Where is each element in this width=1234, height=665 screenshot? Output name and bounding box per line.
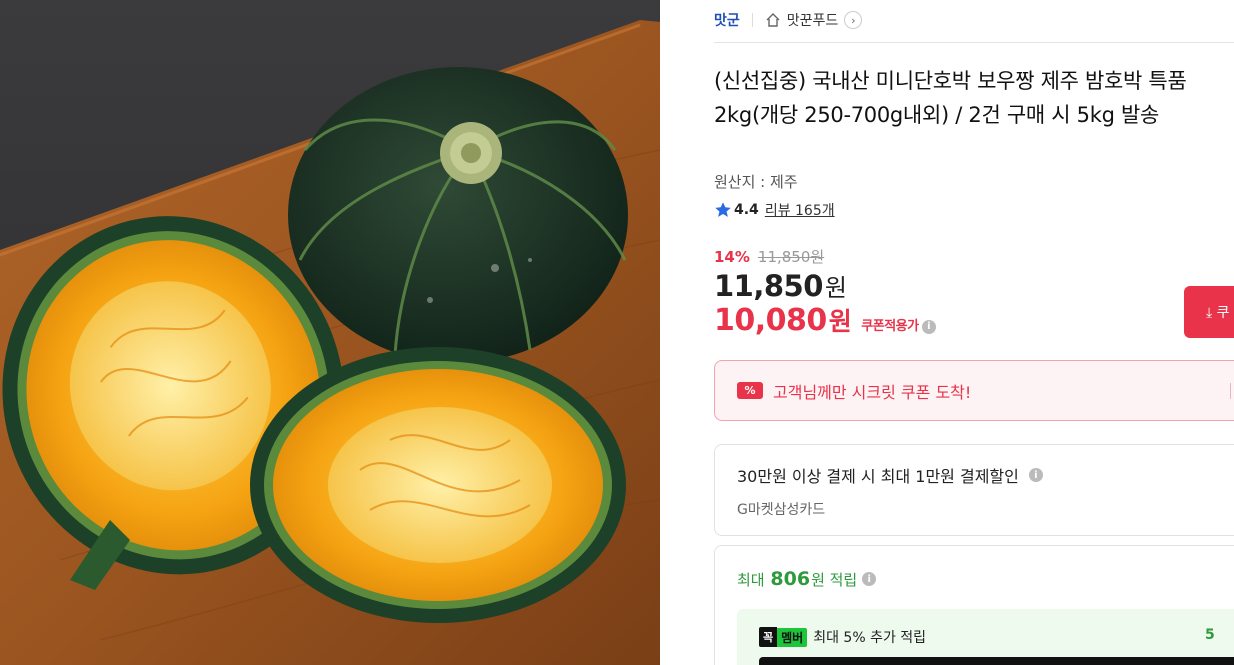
banner-divider — [1230, 383, 1231, 399]
product-title: (신선집중) 국내산 미니단호박 보우짱 제주 밤호박 특품 2kg(개당 25… — [714, 69, 1187, 127]
member-rate: 5 — [1205, 627, 1215, 643]
points-prefix: 최대 — [737, 570, 765, 589]
member-benefit-box: 꼭 멤버 최대 5% 추가 적립 5 — [737, 609, 1234, 665]
card-discount-box: 30만원 이상 결제 시 최대 1만원 결제할인 i G마켓삼성카드 — [714, 444, 1234, 536]
secret-coupon-banner[interactable]: % 고객님께만 시크릿 쿠폰 도착! — [714, 360, 1234, 421]
product-image — [0, 0, 660, 665]
discount-row: 14% 11,850원 — [714, 246, 824, 267]
divider — [751, 13, 753, 27]
member-row: 꼭 멤버 최대 5% 추가 적립 — [759, 627, 926, 647]
header-divider — [714, 42, 1234, 43]
review-count-link[interactable]: 리뷰 165개 — [765, 200, 835, 220]
coupon-download-button[interactable]: ⤓ 쿠 — [1184, 286, 1234, 338]
points-amount: 806 — [770, 568, 811, 590]
coupon-price-number: 10,080 — [714, 303, 827, 338]
shop-link[interactable]: 맛꾼푸드 — [787, 10, 839, 30]
member-badge-b: 멤버 — [777, 627, 808, 647]
card-name: G마켓삼성카드 — [737, 502, 826, 518]
points-box: 최대 806 원 적립 i 꼭 멤버 최대 5% 추가 적립 5 — [714, 545, 1234, 665]
card-discount-title: 30만원 이상 결제 시 최대 1만원 결제할인 — [737, 467, 1019, 486]
home-icon — [766, 13, 780, 27]
info-icon[interactable]: i — [862, 572, 877, 586]
info-icon[interactable]: i — [921, 319, 936, 334]
member-badge-a: 꼭 — [759, 627, 778, 647]
member-badge: 꼭 멤버 — [759, 627, 808, 647]
rating-row: 4.4 리뷰 165개 — [714, 200, 835, 220]
star-icon — [715, 202, 731, 217]
original-price: 11,850원 — [757, 248, 825, 266]
discount-rate: 14% — [714, 247, 750, 266]
rating-score: 4.4 — [734, 202, 759, 218]
info-icon[interactable]: i — [1028, 468, 1043, 482]
coupon-price-unit: 원 — [828, 307, 852, 336]
sale-price: 11,850원 — [714, 268, 847, 303]
sale-price-unit: 원 — [824, 274, 847, 302]
origin-text: 원산지 : 제주 — [714, 173, 798, 191]
seller-link[interactable]: 맛군 — [714, 10, 740, 30]
coupon-price: 10,080 원 쿠폰적용가 i — [714, 302, 936, 338]
product-info-panel: 맛군 맛꾼푸드 › (신선집중) 국내산 미니단호박 보우짱 제주 밤호박 특품… — [714, 0, 1234, 665]
member-text: 최대 5% 추가 적립 — [813, 630, 927, 646]
coupon-price-label: 쿠폰적용가 i — [861, 315, 936, 334]
seller-bar: 맛군 맛꾼푸드 › — [714, 6, 863, 34]
coupon-label-text: 쿠폰적용가 — [861, 319, 919, 334]
sale-price-number: 11,850 — [714, 269, 823, 303]
member-join-button[interactable] — [759, 657, 1234, 665]
points-suffix: 원 적립 — [811, 570, 858, 589]
percent-icon: % — [737, 382, 763, 399]
secret-coupon-text: 고객님께만 시크릿 쿠폰 도착! — [773, 382, 972, 402]
points-title: 최대 806 원 적립 i — [737, 568, 1231, 590]
card-discount-title-row: 30만원 이상 결제 시 최대 1만원 결제할인 i — [737, 463, 1231, 487]
chevron-right-icon[interactable]: › — [844, 11, 863, 29]
